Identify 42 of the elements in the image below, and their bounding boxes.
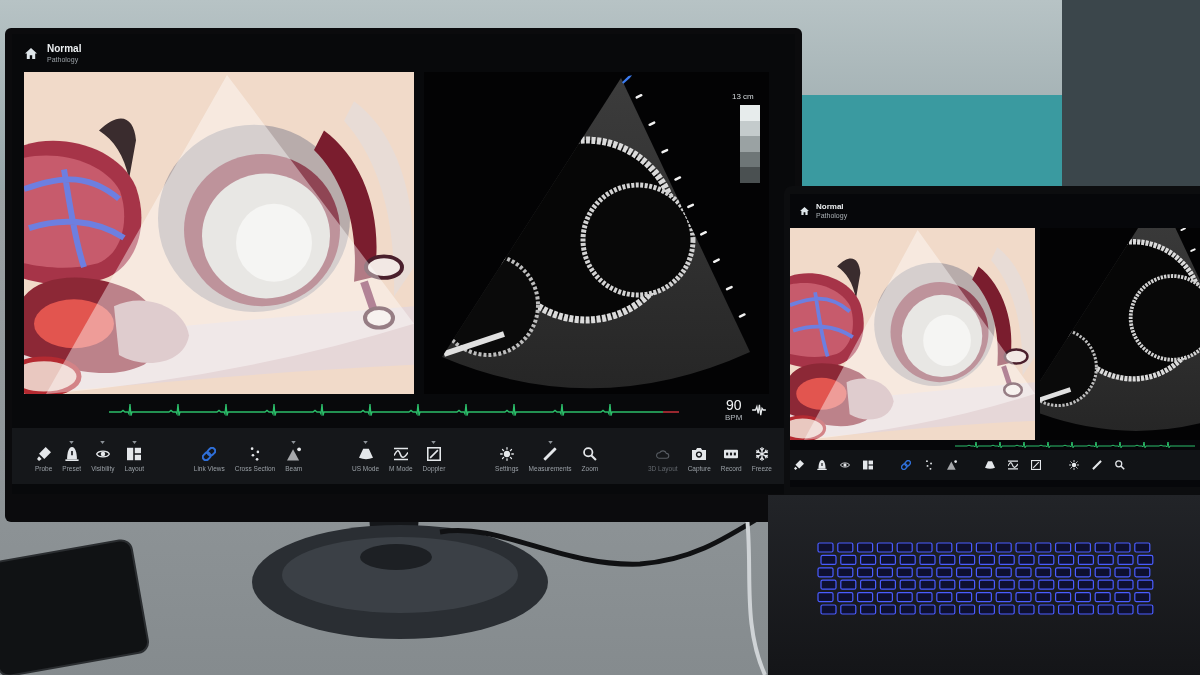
caret-icon [547, 440, 553, 444]
orientation-marker-icon [622, 75, 632, 84]
snowflake-icon [754, 446, 769, 461]
waveform-icon [393, 446, 408, 461]
depth-label: 13 cm [732, 92, 754, 102]
magnifier-icon [582, 446, 597, 461]
case-title: Normal [47, 42, 82, 55]
layout-icon[interactable] [863, 460, 873, 470]
triangle-icon[interactable] [947, 460, 957, 470]
square-slash-icon [426, 446, 441, 461]
link-icon[interactable] [901, 460, 911, 470]
waveform-icon[interactable] [1008, 460, 1018, 470]
pulse-icon [752, 404, 767, 416]
caret-icon [69, 440, 75, 444]
caret-icon [291, 440, 297, 444]
layout-icon [127, 446, 142, 461]
dots-icon[interactable] [924, 460, 934, 470]
caret-icon [131, 440, 137, 444]
caret-icon [100, 440, 106, 444]
probe-icon [36, 446, 51, 461]
home-icon[interactable] [25, 47, 37, 59]
square-slash-icon[interactable] [1031, 460, 1041, 470]
dome-icon[interactable] [817, 460, 827, 470]
case-title: Normal [816, 202, 845, 212]
dots-icon [248, 446, 262, 461]
home-icon[interactable] [800, 207, 809, 215]
magnifier-icon[interactable] [1115, 460, 1125, 470]
fan-icon [358, 446, 373, 461]
fan-icon[interactable] [985, 460, 995, 470]
sun-icon[interactable] [1069, 460, 1079, 470]
caret-icon [431, 440, 437, 444]
link-icon [202, 446, 217, 461]
sun-icon [499, 446, 514, 461]
caret-icon [363, 440, 369, 444]
heart-rate-value: 90 [725, 398, 742, 413]
eye-icon[interactable] [840, 460, 850, 470]
pencil-icon[interactable] [1092, 460, 1102, 470]
probe-icon[interactable] [794, 460, 804, 470]
camera-icon [692, 446, 707, 461]
heart-rate-unit: BPM [725, 413, 743, 422]
dome-icon [64, 446, 79, 461]
triangle-icon [286, 446, 301, 461]
